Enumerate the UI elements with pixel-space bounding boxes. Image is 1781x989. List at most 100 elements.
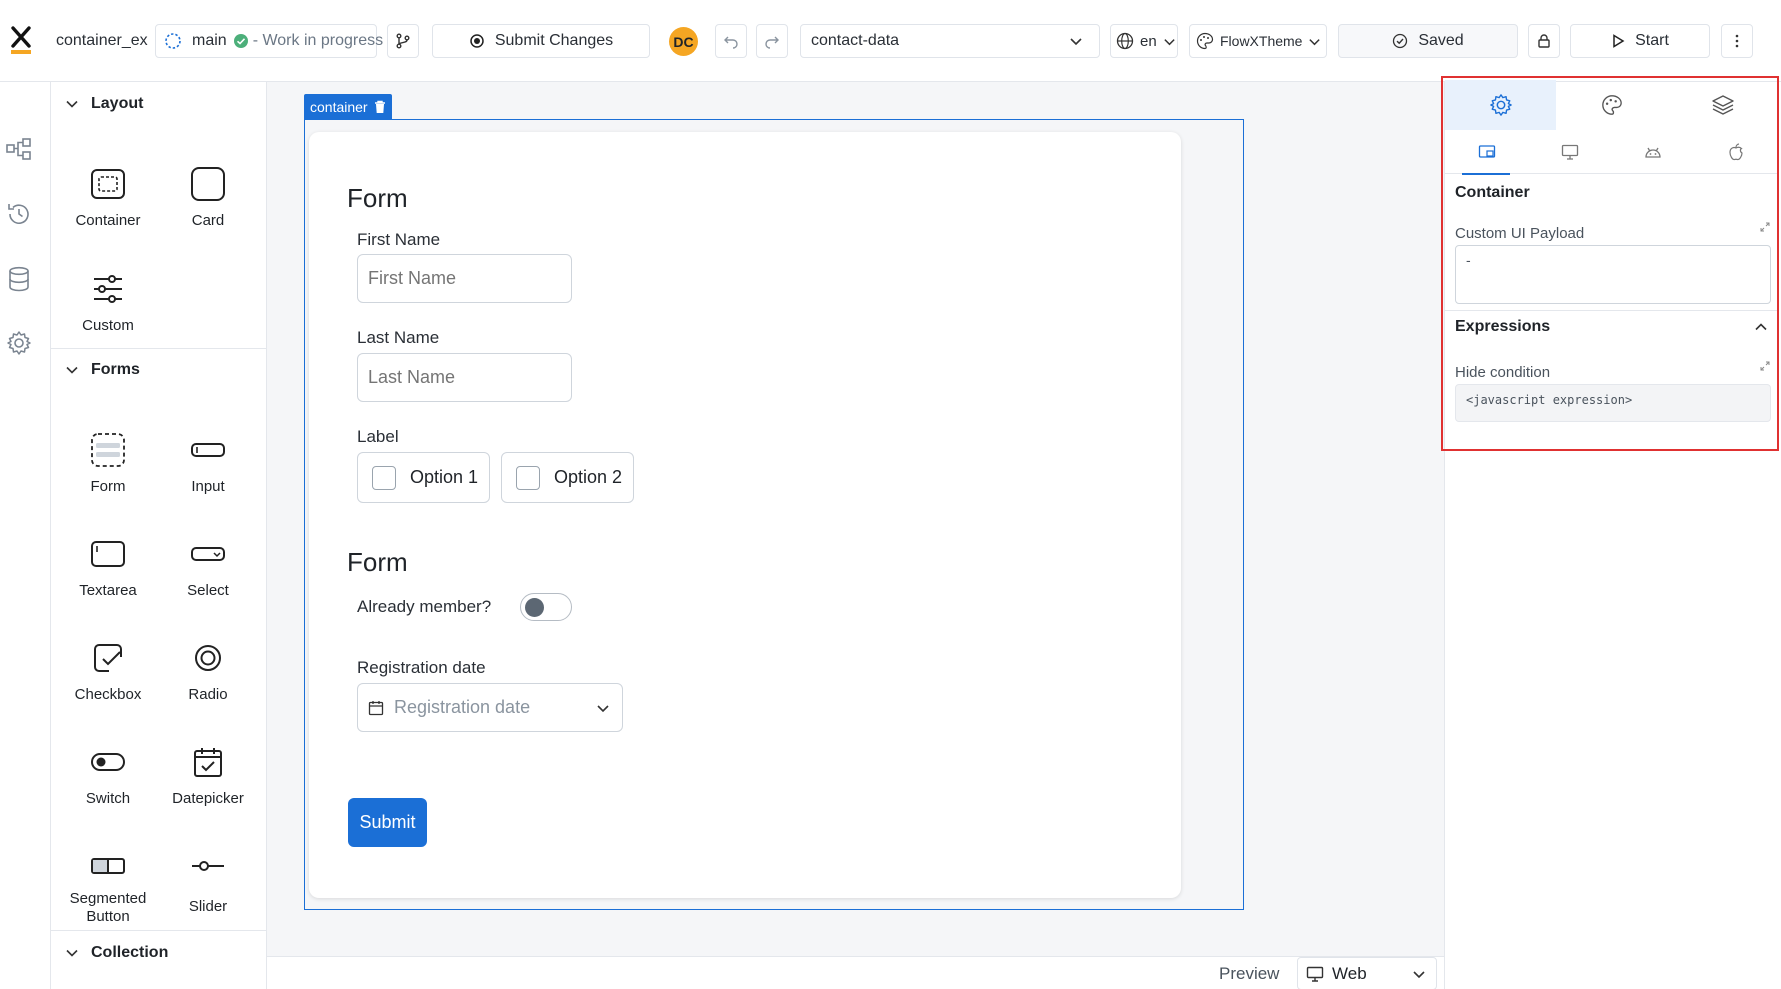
palette-item-slider[interactable]: Slider [158, 846, 258, 916]
submit-changes-button[interactable]: Submit Changes [432, 24, 650, 58]
play-icon [1611, 34, 1625, 48]
branch-status-text: - Work in progress [252, 32, 384, 49]
process-name: container_ex [56, 32, 148, 49]
database-icon[interactable] [6, 266, 32, 292]
undo-icon [723, 33, 739, 49]
language-select[interactable]: en [1110, 24, 1178, 58]
selected-tag-label: container [310, 98, 368, 115]
branch-status-icon [164, 32, 182, 50]
select-icon [188, 534, 228, 574]
redo-button[interactable] [756, 24, 788, 58]
palette-item-form[interactable]: Form [58, 430, 158, 496]
chevron-down-icon [1412, 967, 1426, 981]
data-model-select[interactable]: contact-data [800, 24, 1100, 58]
section-layout-header[interactable]: Layout [51, 86, 266, 122]
preview-target-value: Web [1332, 963, 1367, 983]
preview-label: Preview [1219, 964, 1280, 983]
branch-selector[interactable]: main - Work in progress [155, 24, 383, 58]
flow-icon[interactable] [6, 136, 32, 162]
container-icon [88, 164, 128, 204]
section-forms-header[interactable]: Forms [51, 352, 266, 388]
palette-item-label: Segmented Button [69, 890, 147, 925]
palette-item-label: Container [75, 212, 141, 229]
form-title: Form [347, 183, 408, 213]
palette-item-label: Textarea [79, 582, 137, 599]
checkbox-option-label: Option 2 [554, 467, 623, 487]
chevron-down-icon [65, 363, 79, 377]
theme-value: FlowXTheme [1220, 33, 1303, 49]
chevron-down-icon [1069, 34, 1083, 48]
section-divider [51, 930, 266, 931]
history-icon[interactable] [6, 201, 32, 227]
checkbox-box [372, 465, 396, 490]
palette-item-label: Datepicker [172, 790, 244, 807]
palette-item-radio[interactable]: Radio [158, 638, 258, 704]
palette-item-label: Custom [82, 317, 134, 334]
redo-icon [764, 33, 780, 49]
palette-item-datepicker[interactable]: Datepicker [158, 742, 258, 808]
section-title: Collection [91, 944, 169, 961]
palette-item-label: Radio [188, 686, 228, 703]
calendar-check-icon [188, 742, 228, 782]
language-value: en [1140, 32, 1157, 50]
last-name-input[interactable] [357, 353, 572, 402]
palette-item-label: Form [90, 478, 126, 495]
chevron-down-icon [1308, 35, 1321, 48]
first-name-label: First Name [357, 230, 441, 249]
branch-name: main [192, 32, 227, 49]
already-member-switch[interactable] [520, 593, 572, 621]
sliders-icon [88, 269, 128, 309]
palette-item-label: Checkbox [74, 686, 142, 703]
palette-item-input[interactable]: Input [158, 430, 258, 496]
section-title: Forms [91, 361, 140, 378]
registration-date-placeholder: Registration date [394, 697, 531, 717]
palette-item-checkbox[interactable]: Checkbox [58, 638, 158, 704]
start-button[interactable]: Start [1570, 24, 1710, 58]
calendar-icon [368, 700, 384, 716]
lock-button[interactable] [1528, 24, 1560, 58]
user-avatar[interactable]: DC [669, 27, 698, 56]
palette-item-container[interactable]: Container [58, 164, 158, 230]
checkbox-option-2[interactable]: Option 2 [501, 452, 634, 503]
highlight-frame [1441, 76, 1779, 451]
preview-target-select[interactable]: Web [1297, 957, 1437, 989]
radio-dot-icon [469, 33, 485, 49]
more-menu-button[interactable] [1721, 24, 1753, 58]
submit-changes-label: Submit Changes [494, 32, 614, 49]
check-circle-icon [233, 33, 249, 49]
palette-icon [1196, 32, 1214, 50]
chevron-down-icon [65, 946, 79, 960]
trash-icon[interactable] [374, 100, 386, 114]
palette-item-textarea[interactable]: Textarea [58, 534, 158, 600]
globe-icon [1116, 32, 1134, 50]
switch-label: Already member? [357, 597, 492, 616]
checkbox-icon [88, 638, 128, 678]
monitor-icon [1306, 966, 1324, 982]
palette-item-select[interactable]: Select [158, 534, 258, 600]
checkbox-option-1[interactable]: Option 1 [357, 452, 490, 503]
palette-item-segmented-button[interactable]: Segmented Button [58, 846, 158, 926]
gear-icon[interactable] [6, 330, 32, 356]
palette-item-label: Input [191, 478, 225, 495]
branch-merge-button[interactable] [387, 24, 419, 58]
preview-bar: Preview Web [267, 956, 1444, 989]
switch-icon [88, 742, 128, 782]
palette-item-label: Switch [85, 790, 131, 807]
palette-item-switch[interactable]: Switch [58, 742, 158, 808]
selected-container-tag[interactable]: container [304, 94, 392, 119]
palette-item-label: Slider [188, 898, 228, 915]
palette-item-card[interactable]: Card [158, 164, 258, 230]
registration-date-picker[interactable]: Registration date [357, 683, 623, 732]
app-logo[interactable] [10, 24, 32, 56]
first-name-input[interactable] [357, 254, 572, 303]
section-title: Layout [91, 95, 144, 112]
submit-button[interactable]: Submit [348, 798, 427, 847]
checkbox-option-label: Option 1 [410, 467, 479, 487]
undo-button[interactable] [715, 24, 747, 58]
palette-item-custom[interactable]: Custom [58, 269, 158, 335]
card-icon [188, 164, 228, 204]
section-collection-header[interactable]: Collection [51, 935, 266, 971]
checkbox-box [516, 465, 540, 490]
switch-knob [525, 598, 544, 617]
theme-select[interactable]: FlowXTheme [1189, 24, 1327, 58]
